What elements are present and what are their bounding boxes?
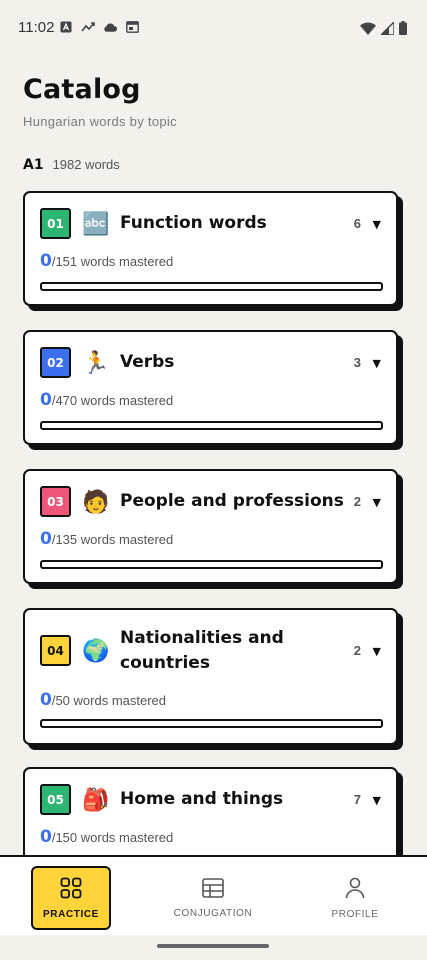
mastered-total: /151 words mastered [51, 254, 174, 269]
mastered-count: 0 [40, 690, 52, 710]
mastered-total: /135 words mastered [51, 532, 174, 547]
home-handle[interactable] [157, 944, 269, 948]
topic-title: Function words [120, 213, 267, 233]
system-gesture-bar [0, 935, 427, 960]
topic-card-people-and-professions[interactable]: 03 🧑 People and professions 2 ▼ 0 /135 w… [23, 469, 398, 584]
chevron-down-icon[interactable]: ▼ [373, 218, 381, 231]
subtopic-count: 2 [353, 494, 361, 509]
mastered-text: 0 /135 words mastered [40, 529, 173, 549]
page-title: Catalog [23, 74, 141, 105]
chevron-down-icon[interactable]: ▼ [373, 357, 381, 370]
signal-icon [379, 20, 395, 39]
table-icon [202, 877, 224, 902]
mastered-total: /50 words mastered [51, 693, 167, 708]
app-screen: 11:02 Catalog Hungarian words by topic A… [0, 0, 427, 960]
person-icon [345, 877, 365, 903]
window-icon [125, 20, 139, 34]
mastered-count: 0 [40, 827, 52, 847]
mastered-text: 0 /50 words mastered [40, 690, 166, 710]
nav-label: PRACTICE [43, 908, 99, 920]
nav-conjugation[interactable]: CONJUGATION [173, 866, 253, 930]
topic-number-badge: 04 [40, 635, 71, 666]
chevron-down-icon[interactable]: ▼ [373, 794, 381, 807]
topic-card-function-words[interactable]: 01 🔤 Function words 6 ▼ 0 /151 words mas… [23, 191, 398, 306]
bottom-navigation: PRACTICE CONJUGATION PROFILE [0, 855, 427, 935]
wifi-icon [360, 20, 376, 39]
progress-bar [40, 421, 383, 430]
mastered-count: 0 [40, 251, 52, 271]
status-bar: 11:02 [0, 0, 427, 56]
a-icon [59, 20, 73, 34]
trend-icon [81, 20, 95, 34]
globe-icon: 🌍 [82, 638, 110, 664]
mastered-total: /470 words mastered [51, 393, 174, 408]
topic-title: Home and things [120, 789, 284, 809]
page-subtitle: Hungarian words by topic [23, 114, 177, 129]
level-word-count: 1982 words [52, 157, 120, 172]
abc-icon: 🔤 [82, 211, 110, 237]
status-time: 11:02 [18, 19, 55, 36]
progress-bar [40, 719, 383, 728]
battery-icon [399, 20, 407, 39]
subtopic-count: 2 [353, 643, 361, 658]
topic-title: People and professions [120, 491, 344, 511]
mastered-text: 0 /151 words mastered [40, 251, 173, 271]
mastered-text: 0 /470 words mastered [40, 390, 173, 410]
chevron-down-icon[interactable]: ▼ [373, 496, 381, 509]
topic-number-badge: 03 [40, 486, 71, 517]
grid-icon [60, 877, 82, 903]
topic-card-verbs[interactable]: 02 🏃 Verbs 3 ▼ 0 /470 words mastered [23, 330, 398, 445]
runner-icon: 🏃 [82, 350, 110, 376]
subtopic-count: 3 [353, 355, 361, 370]
progress-bar [40, 282, 383, 291]
status-left-icons [59, 20, 139, 34]
level-header: A1 1982 words [23, 157, 120, 173]
backpack-icon: 🎒 [82, 787, 110, 813]
subtopic-count: 6 [353, 216, 361, 231]
mastered-text: 0 /150 words mastered [40, 827, 173, 847]
topic-title: Nationalities and countries [120, 628, 284, 673]
mastered-count: 0 [40, 529, 52, 549]
progress-bar [40, 560, 383, 569]
topic-title: Verbs [120, 352, 175, 372]
cloud-icon [103, 20, 117, 34]
status-right-icons [360, 20, 407, 39]
mastered-count: 0 [40, 390, 52, 410]
topic-card-nationalities-and-countries[interactable]: 04 🌍 Nationalities and countries 2 ▼ 0 /… [23, 608, 398, 745]
topic-number-badge: 01 [40, 208, 71, 239]
nav-label: PROFILE [331, 908, 379, 920]
nav-label: CONJUGATION [173, 907, 253, 919]
nav-practice[interactable]: PRACTICE [31, 866, 111, 930]
topic-number-badge: 02 [40, 347, 71, 378]
chevron-down-icon[interactable]: ▼ [373, 645, 381, 658]
level-badge: A1 [23, 157, 44, 173]
subtopic-count: 7 [353, 792, 361, 807]
nav-profile[interactable]: PROFILE [315, 866, 395, 930]
person-icon: 🧑 [82, 489, 110, 515]
topic-number-badge: 05 [40, 784, 71, 815]
mastered-total: /150 words mastered [51, 830, 174, 845]
